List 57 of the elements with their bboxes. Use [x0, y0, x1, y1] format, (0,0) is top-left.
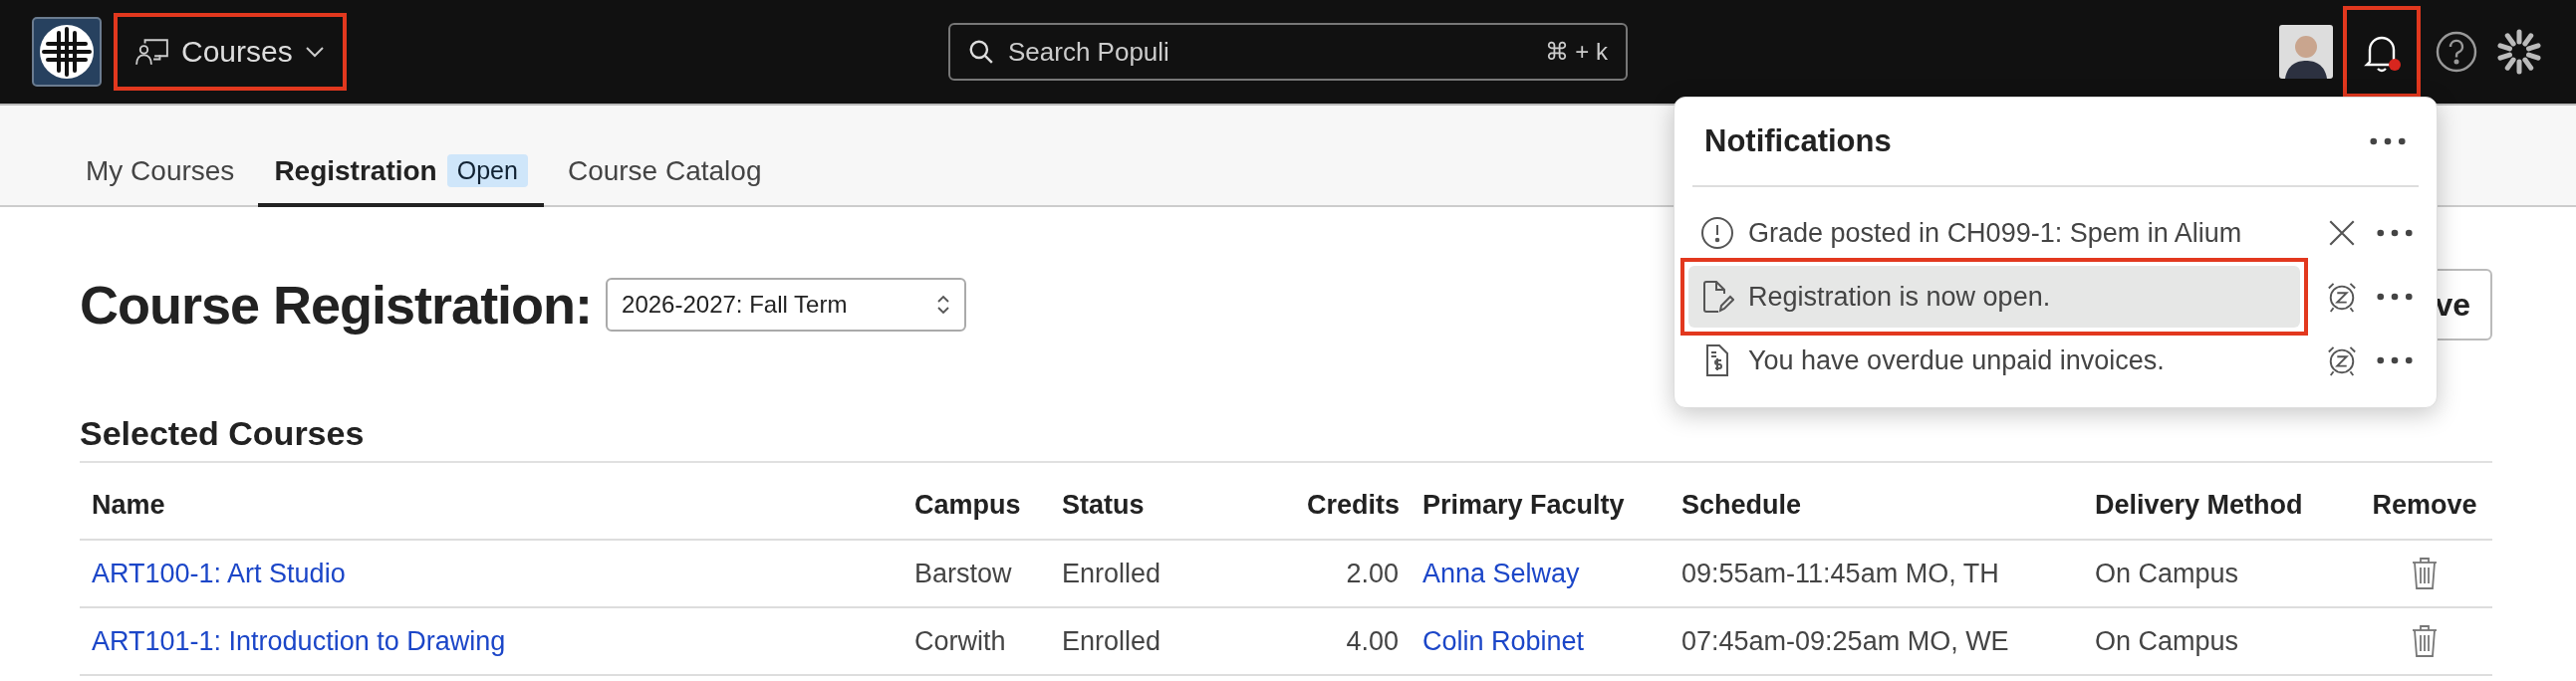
table-cell: On Campus: [2095, 625, 2239, 656]
course-link[interactable]: Colin Robinet: [1422, 625, 1585, 656]
search-icon: [968, 39, 994, 65]
notification-item[interactable]: You have overdue unpaid invoices.: [1688, 330, 2300, 391]
alert-icon: [1700, 216, 1734, 250]
section-heading: Selected Courses: [80, 414, 2492, 463]
page-title: Course Registration:: [80, 274, 593, 336]
table-cell: Enrolled: [1062, 558, 1161, 588]
table-cell: 4.00: [1346, 625, 1399, 656]
tab[interactable]: Registration Open: [258, 154, 544, 207]
classroom-icon: [135, 37, 169, 67]
table-cell: 2.00: [1346, 558, 1399, 588]
column-header: Status: [1062, 489, 1145, 520]
trash-icon[interactable]: [2411, 557, 2439, 590]
notification-text: Registration is now open.: [1748, 281, 2051, 313]
column-header: Primary Faculty: [1422, 489, 1625, 520]
column-header: Remove: [2372, 489, 2477, 520]
help-icon[interactable]: [2435, 30, 2478, 74]
notifications-bell-button[interactable]: [2343, 6, 2421, 98]
more-icon[interactable]: [2376, 355, 2414, 365]
course-link[interactable]: ART101-1: Introduction to Drawing: [92, 625, 506, 656]
table-cell: 09:55am-11:45am MO, TH: [1681, 558, 1999, 588]
term-select[interactable]: 2026-2027: Fall Term: [606, 278, 967, 332]
course-link[interactable]: ART100-1: Art Studio: [92, 558, 346, 588]
table-cell: Barstow: [914, 558, 1012, 588]
loading-icon: [2494, 27, 2544, 77]
tab[interactable]: Course Catalog: [551, 155, 778, 207]
column-header: Credits: [1307, 489, 1401, 520]
more-icon[interactable]: [2376, 228, 2414, 238]
popup-title: Notifications: [1704, 123, 1892, 159]
notification-text: You have overdue unpaid invoices.: [1748, 344, 2165, 376]
logo-icon[interactable]: [32, 17, 102, 87]
table-cell: Enrolled: [1062, 625, 1161, 656]
document-edit-icon: [1700, 280, 1734, 314]
trash-icon[interactable]: [2411, 624, 2439, 658]
courses-menu-button[interactable]: Courses: [114, 13, 347, 91]
more-icon[interactable]: [2369, 136, 2407, 146]
notification-text: Grade posted in CH099-1: Spem in Alium: [1748, 217, 2242, 249]
column-header: Schedule: [1681, 489, 1802, 520]
alarm-clock-icon[interactable]: [2326, 344, 2358, 376]
table-cell: On Campus: [2095, 558, 2239, 588]
status-badge: Open: [446, 154, 528, 187]
column-header: Name: [92, 489, 165, 520]
table-cell: 07:45am-09:25am MO, WE: [1681, 625, 2009, 656]
tab[interactable]: My Courses: [70, 155, 251, 207]
column-header: Campus: [914, 489, 1021, 520]
notification-item[interactable]: Registration is now open.: [1688, 266, 2300, 328]
alarm-clock-icon[interactable]: [2326, 281, 2358, 313]
table-cell: Corwith: [914, 625, 1006, 656]
chevron-down-icon: [304, 46, 325, 58]
chevrons-icon: [936, 293, 951, 317]
avatar[interactable]: [2279, 25, 2333, 79]
column-header: Delivery Method: [2095, 489, 2303, 520]
course-link[interactable]: Anna Selway: [1422, 558, 1580, 588]
more-icon[interactable]: [2376, 292, 2414, 302]
notification-item[interactable]: Grade posted in CH099-1: Spem in Alium: [1688, 202, 2300, 264]
shortcut-hint: ⌘ + k: [1544, 38, 1608, 66]
